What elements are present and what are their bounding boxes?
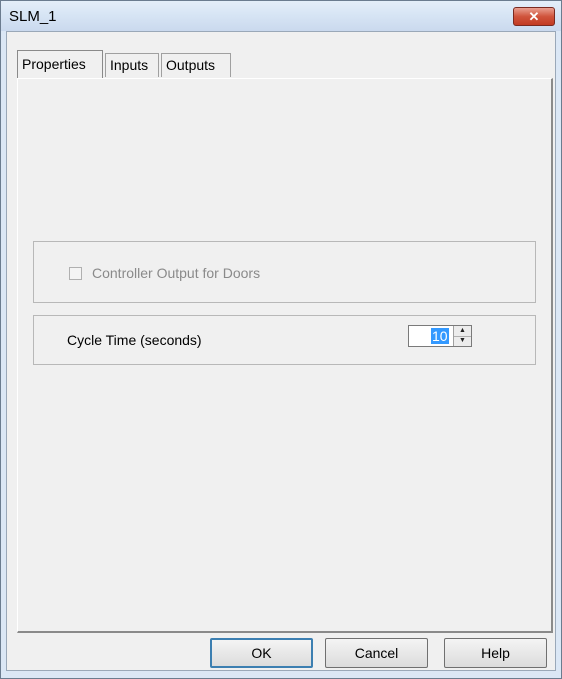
close-icon: ✕ [528,9,540,24]
tab-outputs[interactable]: Outputs [161,53,231,77]
title-bar[interactable]: SLM_1 ✕ [1,1,561,31]
doors-group: Controller Output for Doors [33,241,536,303]
close-button[interactable]: ✕ [513,7,555,26]
dialog-window: SLM_1 ✕ Properties Inputs Outputs Contro… [0,0,562,679]
cycle-time-group: Cycle Time (seconds) 10 ▲ ▼ [33,315,536,365]
tab-inputs[interactable]: Inputs [105,53,159,77]
help-button[interactable]: Help [444,638,547,668]
doors-checkbox-label: Controller Output for Doors [92,265,261,281]
cycle-time-stepper[interactable]: 10 ▲ ▼ [408,325,472,347]
tab-properties[interactable]: Properties [17,50,103,78]
ok-button[interactable]: OK [210,638,313,668]
doors-checkbox[interactable] [69,267,82,280]
window-title: SLM_1 [9,8,57,25]
spin-down-icon[interactable]: ▼ [454,336,471,346]
dialog-client-area: Properties Inputs Outputs Controller Out… [6,31,556,671]
cancel-button[interactable]: Cancel [325,638,428,668]
properties-panel: Controller Output for Doors Cycle Time (… [17,78,553,633]
tab-strip: Properties Inputs Outputs [17,50,557,80]
cycle-time-label: Cycle Time (seconds) [67,332,202,348]
spin-buttons: ▲ ▼ [453,326,471,346]
cycle-time-input[interactable]: 10 [431,328,449,344]
